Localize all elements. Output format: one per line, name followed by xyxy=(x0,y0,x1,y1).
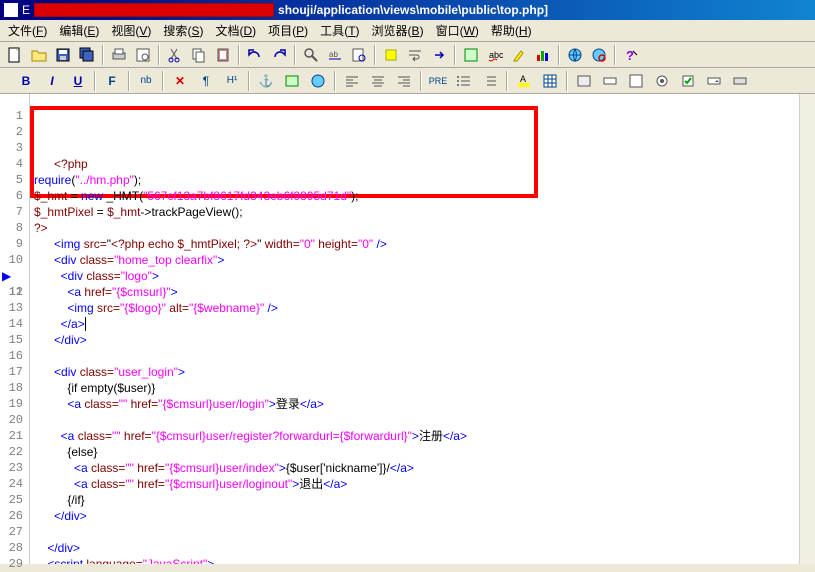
toolbar-sep xyxy=(238,45,240,65)
vertical-scrollbar[interactable] xyxy=(799,94,815,564)
cut-button[interactable] xyxy=(164,44,186,66)
svg-text:A: A xyxy=(520,74,526,84)
spell-button[interactable]: abc xyxy=(484,44,506,66)
print-button[interactable] xyxy=(108,44,130,66)
select-button[interactable] xyxy=(702,70,726,92)
menu-document[interactable]: 文档(D) xyxy=(209,20,262,41)
check-button[interactable] xyxy=(676,70,700,92)
find-files-button[interactable] xyxy=(348,44,370,66)
svg-text:?: ? xyxy=(626,48,634,63)
word-wrap-button[interactable] xyxy=(404,44,426,66)
toolbar-sep xyxy=(374,45,376,65)
image-button[interactable] xyxy=(280,70,304,92)
svg-text:abc: abc xyxy=(489,50,503,60)
open-file-button[interactable] xyxy=(28,44,50,66)
title-prefix: E xyxy=(22,3,30,17)
goto-button[interactable] xyxy=(428,44,450,66)
save-all-button[interactable] xyxy=(76,44,98,66)
toolbar-sep xyxy=(566,71,568,91)
form-button[interactable] xyxy=(572,70,596,92)
al-center-button[interactable] xyxy=(366,70,390,92)
help-button[interactable]: ? xyxy=(620,44,642,66)
menu-window[interactable]: 窗口(W) xyxy=(430,20,485,41)
pre-button[interactable]: PRE xyxy=(426,70,450,92)
toolbar-sep xyxy=(158,45,160,65)
preview-button[interactable] xyxy=(132,44,154,66)
find-button[interactable] xyxy=(300,44,322,66)
color-button[interactable]: A xyxy=(512,70,536,92)
link-button[interactable] xyxy=(306,70,330,92)
italic-button[interactable]: I xyxy=(40,70,64,92)
toolbar-sep xyxy=(454,45,456,65)
menu-help[interactable]: 帮助(H) xyxy=(485,20,538,41)
nb-button[interactable]: nb xyxy=(134,70,158,92)
undo-button[interactable] xyxy=(244,44,266,66)
new-file-button[interactable] xyxy=(4,44,26,66)
copy-button[interactable] xyxy=(188,44,210,66)
toolbar-sep xyxy=(102,45,104,65)
redo-button[interactable] xyxy=(268,44,290,66)
menubar: 文件(F) 编辑(E) 视图(V) 搜索(S) 文档(D) 项目(P) 工具(T… xyxy=(0,20,815,42)
toolbar-sep xyxy=(128,71,130,91)
main-toolbar: ab abc ? xyxy=(0,42,815,68)
toolbar-sep xyxy=(162,71,164,91)
title-redacted xyxy=(34,3,274,17)
list-button[interactable] xyxy=(452,70,476,92)
marker-button[interactable] xyxy=(380,44,402,66)
toolbar-sep xyxy=(558,45,560,65)
para-button[interactable]: ¶ xyxy=(194,70,218,92)
line-gutter: 12345678910▶1112131415161718192021222324… xyxy=(0,94,30,564)
menu-search[interactable]: 搜索(S) xyxy=(157,20,209,41)
bold-button[interactable]: B xyxy=(14,70,38,92)
textarea-button[interactable] xyxy=(624,70,648,92)
anchor-button[interactable]: ⚓ xyxy=(254,70,278,92)
highlight-button[interactable] xyxy=(508,44,530,66)
chart-button[interactable] xyxy=(532,44,554,66)
olist-button[interactable] xyxy=(478,70,502,92)
toolbar-sep xyxy=(334,71,336,91)
al-right-button[interactable] xyxy=(392,70,416,92)
browser-button[interactable] xyxy=(564,44,586,66)
tool-a-button[interactable] xyxy=(460,44,482,66)
font-button[interactable]: F xyxy=(100,70,124,92)
underline-button[interactable]: U xyxy=(66,70,90,92)
toolbar-sep xyxy=(294,45,296,65)
heading-button[interactable]: H¹ xyxy=(220,70,244,92)
replace-button[interactable]: ab xyxy=(324,44,346,66)
button-button[interactable] xyxy=(728,70,752,92)
text-button[interactable] xyxy=(598,70,622,92)
al-left-button[interactable] xyxy=(340,70,364,92)
menu-edit[interactable]: 编辑(E) xyxy=(53,20,105,41)
save-button[interactable] xyxy=(52,44,74,66)
window-titlebar: E shouji/application\views\mobile\public… xyxy=(0,0,815,20)
radio-button[interactable] xyxy=(650,70,674,92)
menu-view[interactable]: 视图(V) xyxy=(105,20,157,41)
menu-project[interactable]: 项目(P) xyxy=(262,20,314,41)
toolbar-sep xyxy=(420,71,422,91)
menu-file[interactable]: 文件(F) xyxy=(2,20,53,41)
menu-browser[interactable]: 浏览器(B) xyxy=(366,20,430,41)
code-editor[interactable]: <?phprequire("../hm.php");$_hmt = new _H… xyxy=(30,94,799,564)
toolbar-sep xyxy=(614,45,616,65)
toolbar-sep xyxy=(248,71,250,91)
app-icon xyxy=(4,3,18,17)
toolbar-sep xyxy=(506,71,508,91)
menu-tools[interactable]: 工具(T) xyxy=(314,20,365,41)
toolbar-sep xyxy=(94,71,96,91)
clear-button[interactable]: ✕ xyxy=(168,70,192,92)
format-toolbar: B I U F nb ✕ ¶ H¹ ⚓ PRE A xyxy=(0,68,815,94)
title-path: shouji/application\views\mobile\public\t… xyxy=(278,3,548,17)
editor-area: 12345678910▶1112131415161718192021222324… xyxy=(0,94,815,564)
table-button[interactable] xyxy=(538,70,562,92)
paste-button[interactable] xyxy=(212,44,234,66)
browser2-button[interactable] xyxy=(588,44,610,66)
svg-text:ab: ab xyxy=(329,50,338,59)
